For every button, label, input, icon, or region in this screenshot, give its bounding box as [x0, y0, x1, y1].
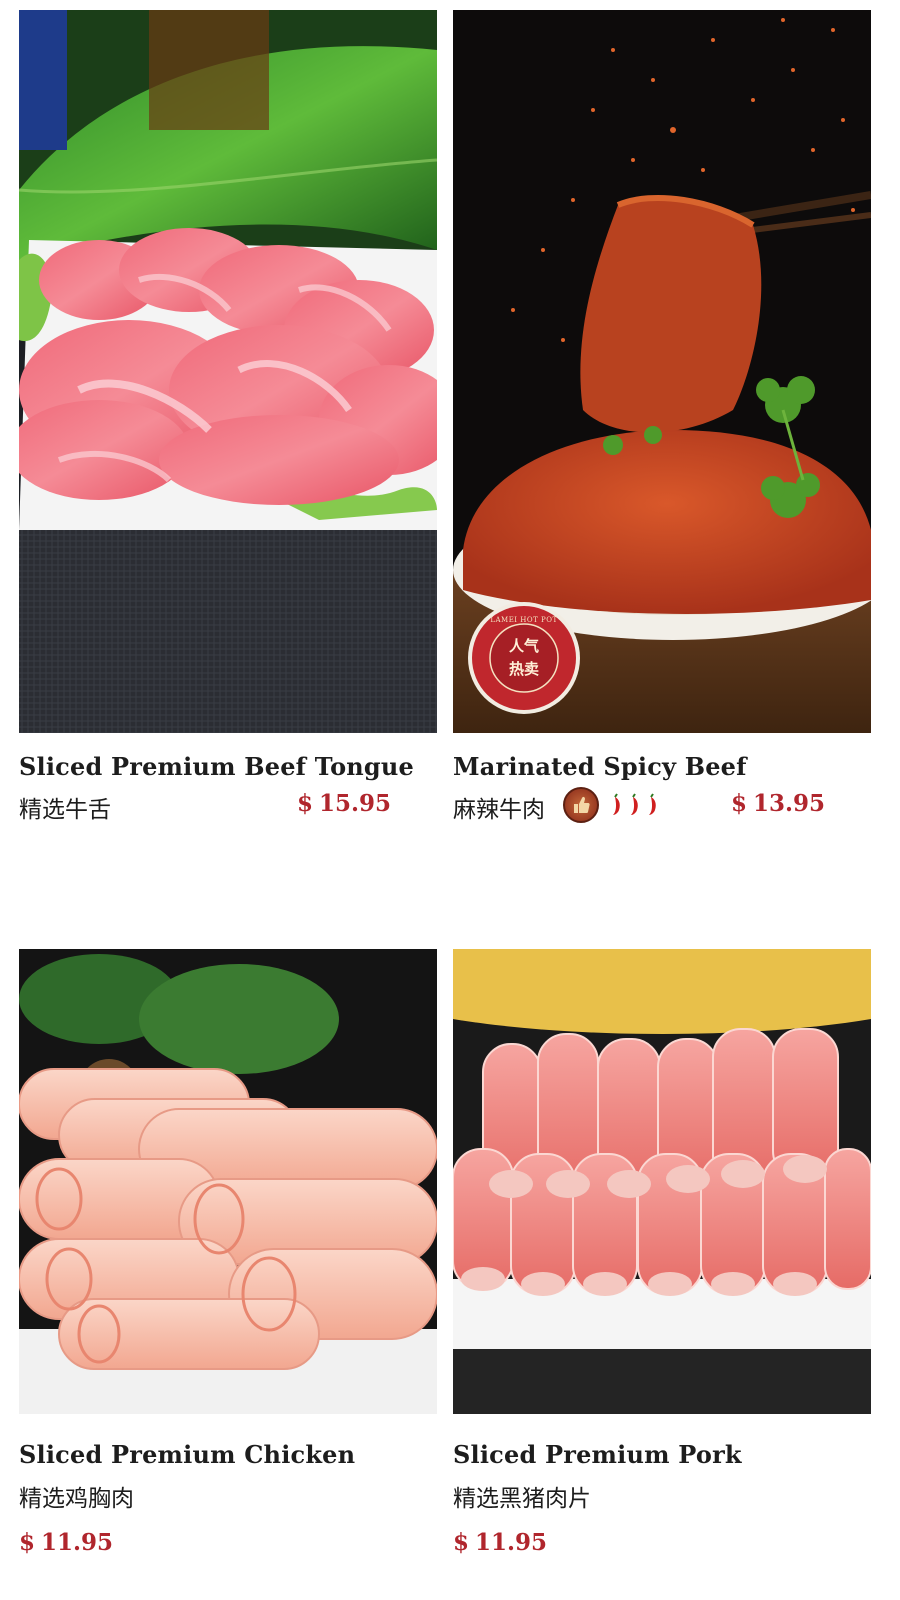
item-name-en: Marinated Spicy Beef — [453, 752, 747, 781]
price-value: 11.95 — [41, 1529, 114, 1556]
item-price: $11.95 — [453, 1529, 547, 1556]
item-name-en: Sliced Premium Chicken — [19, 1440, 356, 1469]
price-value: 11.95 — [475, 1529, 548, 1556]
item-price: $11.95 — [19, 1529, 113, 1556]
price-currency: $ — [731, 790, 748, 817]
chicken-rolls-photo[interactable] — [19, 949, 437, 1414]
menu-item-chicken[interactable]: Sliced Premium Chicken 精选鸡胸肉 $11.95 — [19, 949, 437, 1556]
item-name-en: Sliced Premium Pork — [453, 1440, 742, 1469]
chili-pepper-icon — [611, 792, 669, 822]
price-currency: $ — [297, 790, 314, 817]
item-name-zh: 精选黑猪肉片 — [453, 1486, 591, 1512]
stamp-line2: 热卖 — [509, 660, 540, 678]
item-name-en: Sliced Premium Beef Tongue — [19, 752, 415, 781]
spicy-beef-photo[interactable]: 人气 热卖 LAMEI HOT POT — [453, 10, 871, 733]
item-name-zh: 麻辣牛肉 — [453, 797, 545, 823]
item-name-zh: 精选鸡胸肉 — [19, 1486, 134, 1512]
stamp-ring-text: LAMEI HOT POT — [490, 616, 558, 624]
menu-item-pork[interactable]: Sliced Premium Pork 精选黑猪肉片 $11.95 — [453, 949, 871, 1556]
thumbs-up-icon — [563, 787, 599, 823]
item-price: $15.95 — [297, 790, 391, 817]
item-name-zh: 精选牛舌 — [19, 797, 111, 823]
stamp-line1: 人气 — [509, 637, 540, 655]
menu-item-spicy-beef[interactable]: 人气 热卖 LAMEI HOT POT Marinated Spicy Beef… — [453, 10, 871, 823]
item-price: $13.95 — [731, 790, 825, 817]
menu-item-beef-tongue[interactable]: Sliced Premium Beef Tongue 精选牛舌 $15.95 — [19, 10, 437, 823]
price-value: 15.95 — [319, 790, 392, 817]
price-currency: $ — [19, 1529, 36, 1556]
beef-tongue-photo[interactable] — [19, 10, 437, 733]
price-currency: $ — [453, 1529, 470, 1556]
price-value: 13.95 — [753, 790, 826, 817]
pork-rolls-photo[interactable] — [453, 949, 871, 1414]
